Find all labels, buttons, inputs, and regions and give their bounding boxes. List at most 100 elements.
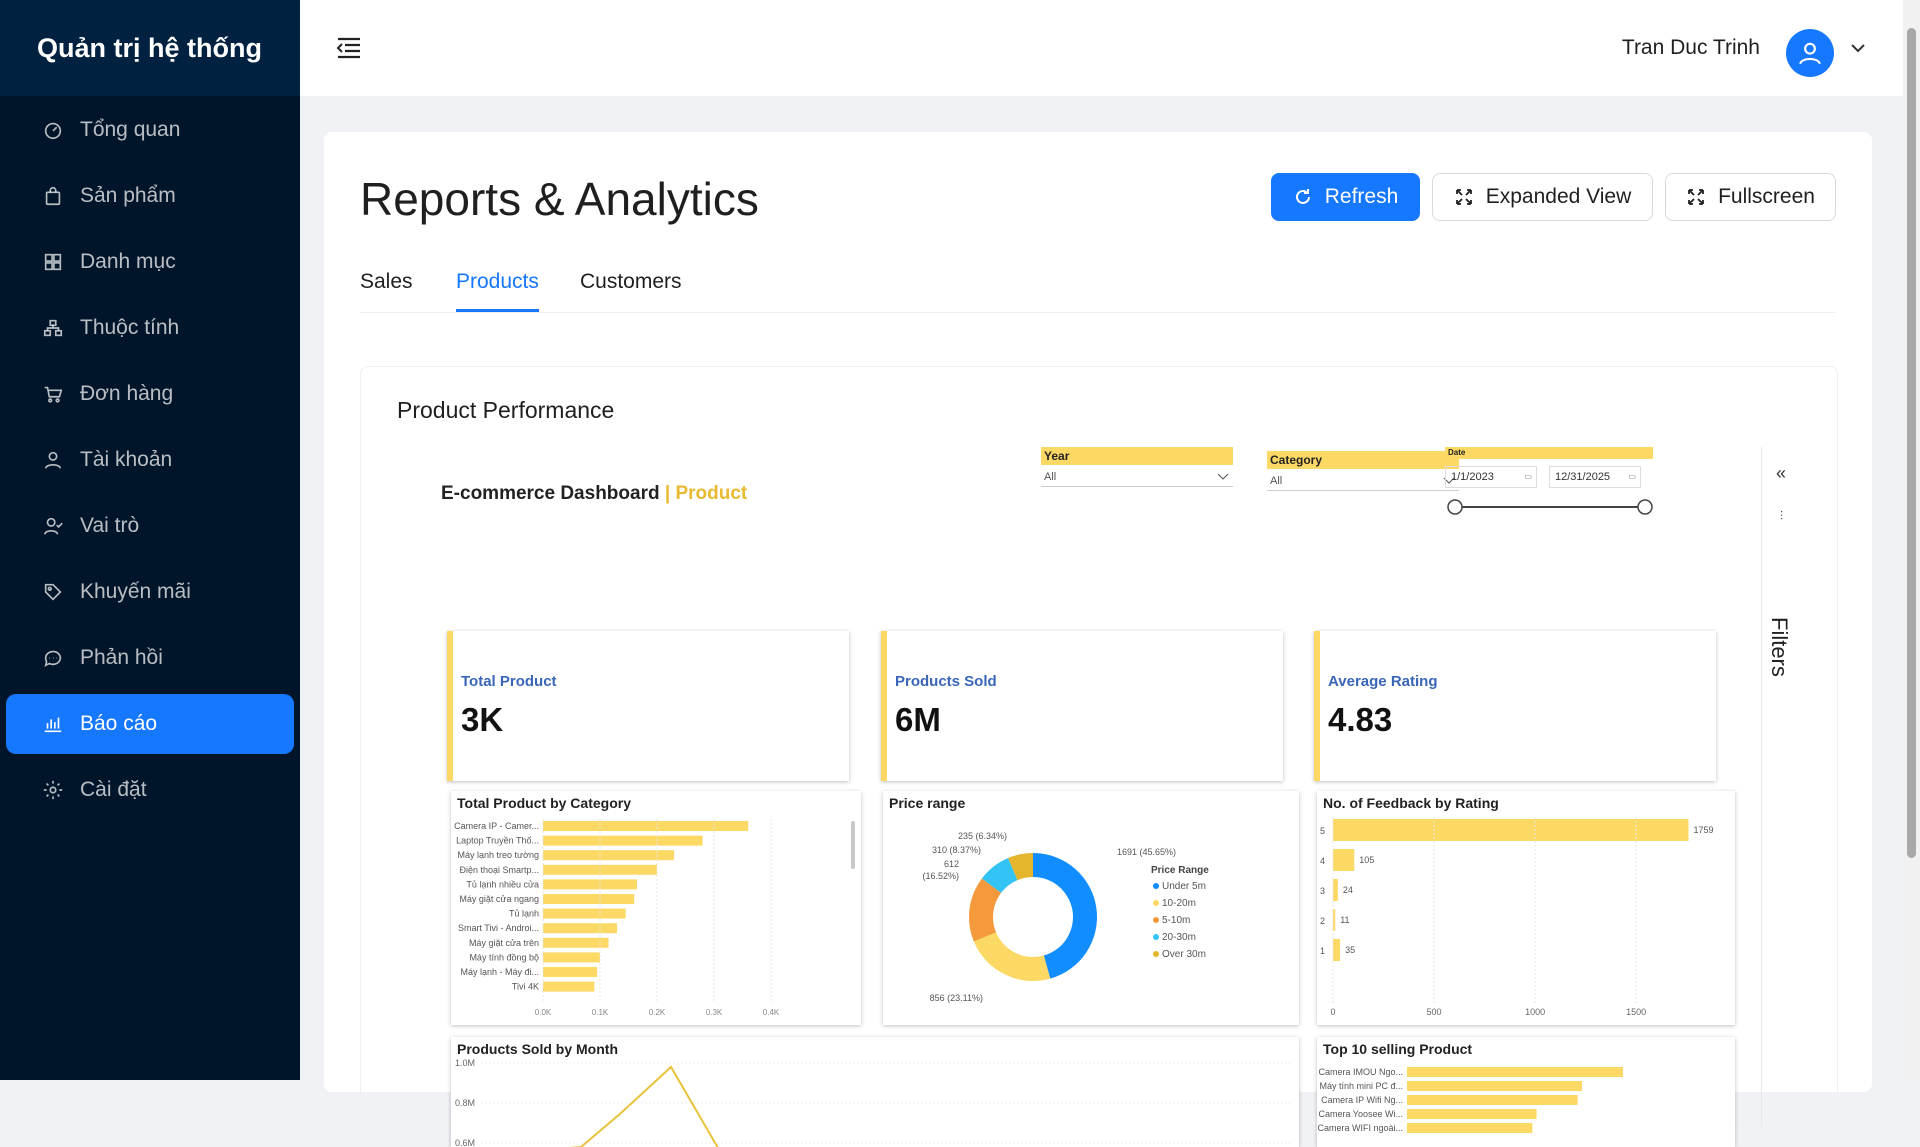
category-bar (543, 864, 657, 875)
kpi-total-product: Total Product 3K (447, 631, 849, 781)
legend-marker (1153, 917, 1159, 923)
category-tick-label: Máy giặt cửa trên (469, 938, 539, 948)
category-bar (543, 835, 703, 846)
slider-handle-start[interactable] (1447, 499, 1463, 515)
tab-customers[interactable]: Customers (580, 270, 682, 312)
sidebar-item-label: Thuộc tính (80, 316, 180, 339)
team-icon (42, 515, 64, 537)
kpi-products-sold: Products Sold 6M (881, 631, 1283, 781)
product-bar (1407, 1095, 1578, 1105)
page-scrollbar[interactable] (1903, 0, 1920, 1080)
data-label: 11 (1340, 915, 1349, 925)
date-slicer-label: Date (1445, 447, 1653, 459)
chevron-down-icon (1217, 473, 1229, 480)
date-from-input[interactable]: 1/1/2023 ▭ (1445, 466, 1537, 488)
rating-tick-label: 3 (1320, 886, 1325, 896)
avatar[interactable] (1786, 29, 1834, 77)
kpi-value: 3K (461, 701, 504, 738)
sidebar-item-settings[interactable]: Cài đặt (6, 760, 294, 820)
calendar-icon: ▭ (1524, 472, 1532, 481)
sidebar-menu: Tổng quan Sản phẩm Danh mục Thuộc tính Đ… (0, 96, 300, 820)
sidebar-item-promotions[interactable]: Khuyến mãi (6, 562, 294, 622)
chart-month-panel: Products Sold by Month 1.0M 0.8M 0.6M (451, 1037, 1299, 1147)
chart-scrollbar (851, 821, 855, 869)
category-tick-label: Camera IP - Camer... (454, 821, 539, 831)
rating-bar (1333, 819, 1689, 841)
sidebar-item-overview[interactable]: Tổng quan (6, 100, 294, 160)
expanded-view-label: Expanded View (1485, 185, 1632, 208)
user-name[interactable]: Tran Duc Trinh (1622, 36, 1760, 60)
rating-tick-label: 2 (1320, 916, 1325, 926)
sidebar-item-label: Sản phẩm (80, 184, 176, 207)
legend-title: Price Range (1151, 865, 1209, 876)
sidebar-item-attributes[interactable]: Thuộc tính (6, 298, 294, 358)
date-from-value: 1/1/2023 (1451, 471, 1494, 483)
expanded-view-button[interactable]: Expanded View (1432, 173, 1653, 221)
sidebar-item-label: Tài khoản (80, 448, 173, 471)
sidebar-item-label: Phản hồi (80, 646, 163, 669)
category-slicer[interactable]: All (1267, 471, 1459, 491)
y-tick-label: 0.8M (455, 1098, 475, 1108)
menu-fold-icon[interactable] (336, 36, 362, 60)
user-icon (42, 449, 64, 471)
date-range-slider[interactable] (1445, 497, 1655, 517)
tab-sales[interactable]: Sales (360, 270, 413, 312)
y-tick-label: 1.0M (455, 1058, 475, 1068)
refresh-button[interactable]: Refresh (1271, 173, 1420, 221)
user-icon (1799, 42, 1821, 65)
rating-tick-label: 4 (1320, 856, 1325, 866)
legend-marker (1153, 883, 1159, 889)
category-tick-label: Smart Tivi - Androi... (458, 923, 539, 933)
date-to-value: 12/31/2025 (1555, 471, 1611, 483)
category-tick-label: Tivi 4K (512, 982, 539, 992)
kpi-average-rating: Average Rating 4.83 (1314, 631, 1716, 781)
category-bar (543, 850, 675, 861)
sidebar-item-roles[interactable]: Vai trò (6, 496, 294, 556)
product-tick-label: Camera IMOU Ngo... (1318, 1067, 1403, 1077)
category-tick-label: Máy lạnh - Máy đi... (460, 967, 539, 977)
sidebar-item-accounts[interactable]: Tài khoản (6, 430, 294, 490)
app-title: Quản trị hệ thống (0, 0, 300, 96)
x-tick-label: 500 (1427, 1007, 1442, 1017)
x-tick-label: 0.4K (763, 1008, 780, 1017)
collapse-icon[interactable]: « (1776, 463, 1786, 484)
chart-price-panel: Price range 1691 (45.65%) 856 (23.11%) 612… (883, 791, 1299, 1025)
fullscreen-button[interactable]: Fullscreen (1665, 173, 1836, 221)
sidebar-item-reports[interactable]: Báo cáo (6, 694, 294, 754)
series-line (569, 1065, 719, 1147)
sidebar-item-label: Tổng quan (80, 118, 181, 141)
section-title: Product Performance (397, 397, 615, 423)
sidebar-item-orders[interactable]: Đơn hàng (6, 364, 294, 424)
x-tick-label: 1500 (1626, 1007, 1646, 1017)
category-bar (543, 937, 609, 948)
slider-handle-end[interactable] (1637, 499, 1653, 515)
bar-chart-icon (42, 713, 64, 735)
grid-icon (42, 251, 64, 273)
scrollbar-thumb[interactable] (1907, 28, 1916, 858)
sidebar-item-label: Khuyến mãi (80, 580, 191, 603)
sidebar-item-categories[interactable]: Danh mục (6, 232, 294, 292)
rating-bar (1333, 909, 1336, 931)
chevron-down-icon[interactable] (1850, 42, 1866, 54)
cart-icon (42, 383, 64, 405)
filters-label: Filters (1767, 617, 1792, 677)
rating-tick-label: 1 (1320, 946, 1325, 956)
category-bar (543, 908, 626, 919)
legend-label: Over 30m (1162, 949, 1206, 960)
sidebar: Quản trị hệ thống Tổng quan Sản phẩm Dan… (0, 0, 300, 1080)
legend-label: 20-30m (1162, 932, 1196, 943)
filters-pane[interactable]: « ⫶ Filters (1761, 447, 1812, 1127)
category-tick-label: Máy giặt cửa ngang (459, 894, 539, 904)
sidebar-item-products[interactable]: Sản phẩm (6, 166, 294, 226)
date-to-input[interactable]: 12/31/2025 ▭ (1549, 466, 1641, 488)
year-slicer[interactable]: All (1041, 467, 1233, 487)
data-label: 310 (8.37%) (932, 845, 981, 855)
legend-label: 10-20m (1162, 898, 1196, 909)
tab-products[interactable]: Products (456, 270, 539, 312)
gear-icon (42, 779, 64, 801)
sidebar-item-label: Đơn hàng (80, 382, 174, 405)
embedded-report: E-commerce Dashboard | Product Year All … (421, 447, 1735, 1147)
sidebar-item-feedback[interactable]: Phản hồi (6, 628, 294, 688)
category-tick-label: Laptop Truyền Thố... (456, 836, 539, 846)
product-tick-label: Camera Yoosee Wi... (1318, 1109, 1403, 1119)
